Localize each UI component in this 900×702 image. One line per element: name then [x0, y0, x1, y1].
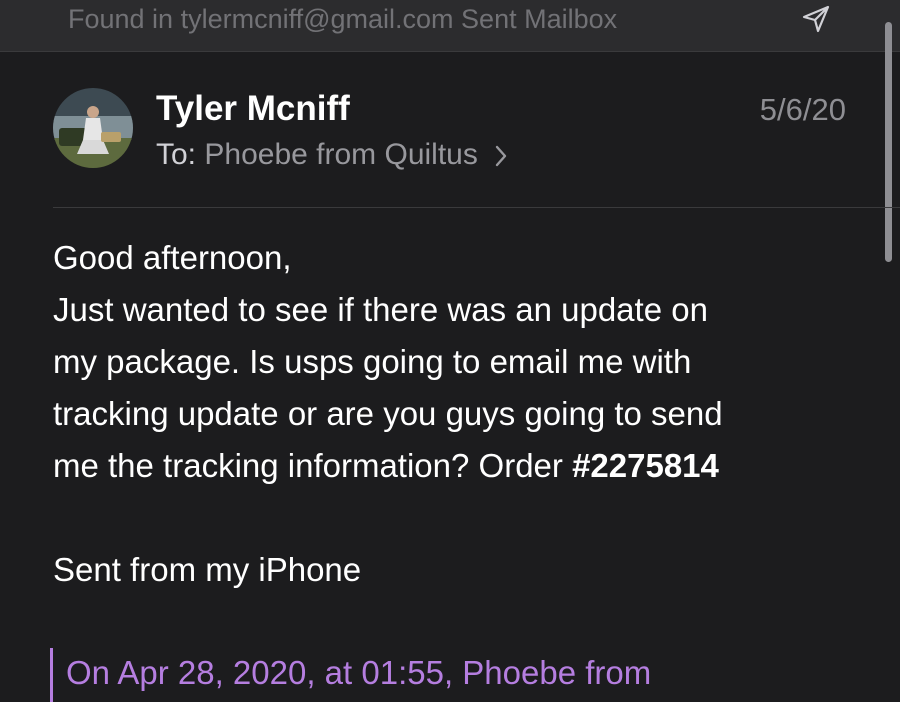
- mailbox-banner: Found in tylermcniff@gmail.com Sent Mail…: [0, 0, 900, 52]
- signature-line: Sent from my iPhone: [53, 551, 362, 588]
- recipient-line[interactable]: To: Phoebe from Quiltus: [156, 136, 508, 174]
- quoted-header: On Apr 28, 2020, at 01:55, Phoebe from: [66, 654, 652, 691]
- body-line-text: me the tracking information? Order: [53, 447, 573, 484]
- scrollbar[interactable]: [885, 22, 892, 262]
- body-line: my package. Is usps going to email me wi…: [53, 343, 692, 380]
- quote-bar: [50, 648, 53, 702]
- recipient-name[interactable]: Phoebe from Quiltus: [204, 138, 477, 171]
- body-line: me the tracking information? Order #2275…: [53, 440, 873, 492]
- found-in-mailbox-text: Found in tylermcniff@gmail.com Sent Mail…: [68, 4, 618, 34]
- send-icon[interactable]: [800, 3, 832, 35]
- order-number: #2275814: [572, 447, 719, 484]
- to-label: To:: [156, 138, 197, 171]
- header-divider: [53, 207, 900, 208]
- message-date: 5/6/20: [759, 92, 846, 127]
- sender-name[interactable]: Tyler Mcniff: [156, 88, 350, 130]
- message-body: Good afternoon, Just wanted to see if th…: [53, 232, 873, 596]
- avatar[interactable]: [53, 88, 133, 168]
- chevron-right-icon: [496, 145, 507, 167]
- greeting-line: Good afternoon,: [53, 239, 292, 276]
- body-line: tracking update or are you guys going to…: [53, 395, 723, 432]
- mail-message-view: Found in tylermcniff@gmail.com Sent Mail…: [0, 0, 900, 702]
- body-line: Just wanted to see if there was an updat…: [53, 291, 708, 328]
